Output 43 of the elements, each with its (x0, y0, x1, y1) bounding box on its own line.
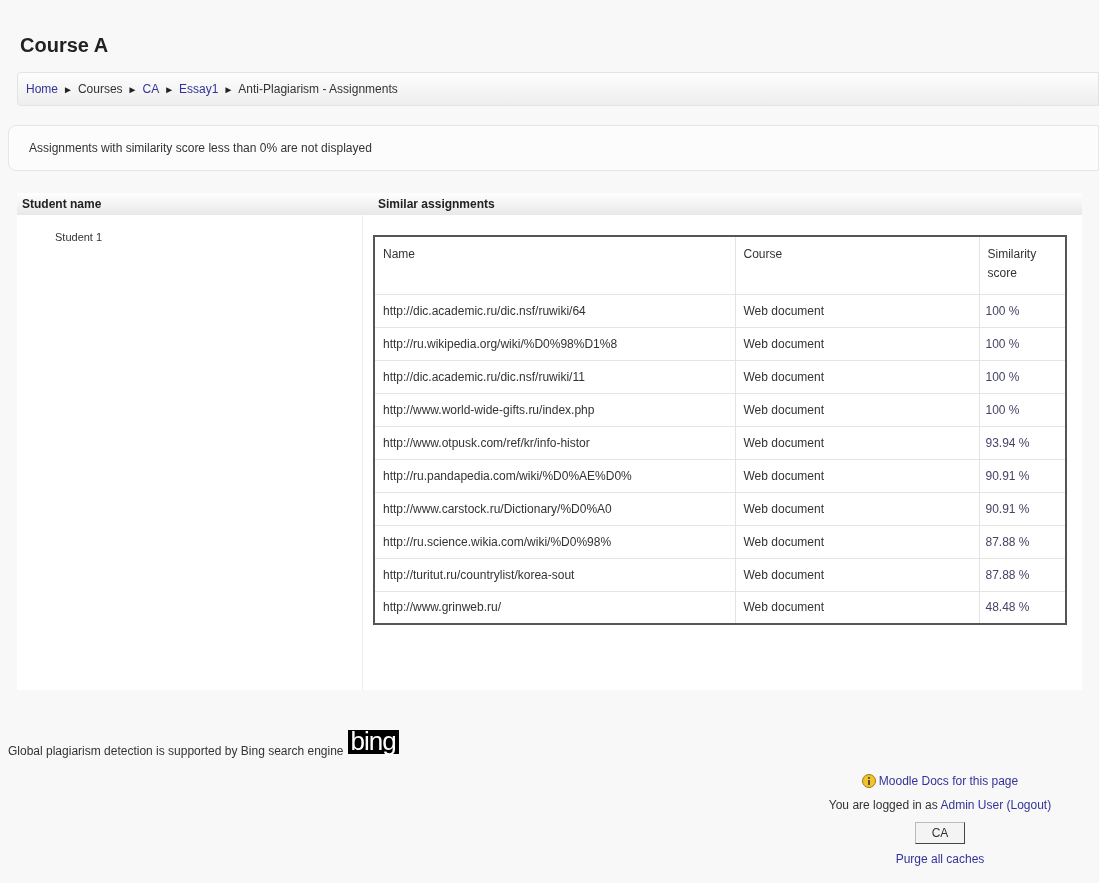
info-icon (861, 774, 876, 788)
breadcrumb-item: Courses (77, 81, 123, 98)
breadcrumb-separator: ► (164, 82, 175, 97)
breadcrumb-separator: ► (223, 82, 234, 97)
column-header: Name (374, 236, 735, 294)
table-cell: http://ru.wikipedia.org/wiki/%D0%98%D1%8 (374, 327, 735, 360)
table-cell: http://dic.academic.ru/dic.nsf/ruwiki/11 (374, 360, 735, 393)
table-cell: Web document (735, 294, 979, 327)
login-info: You are logged in as Admin User (Logout) (828, 797, 1052, 814)
purge-caches-link[interactable]: Purge all caches (895, 850, 985, 868)
table-cell: http://www.carstock.ru/Dictionary/%D0%A0 (374, 492, 735, 525)
column-header: Student name (22, 197, 102, 211)
table-cell: http://ru.pandapedia.com/wiki/%D0%AE%D0% (374, 459, 735, 492)
table-cell: Web document (735, 558, 979, 591)
table-cell: Web document (735, 360, 979, 393)
table-cell: Web document (735, 426, 979, 459)
breadcrumb-item: Anti-Plagiarism - Assignments (238, 81, 398, 98)
table-cell: Web document (735, 525, 979, 558)
table-cell: http://www.world-wide-gifts.ru/index.php (374, 393, 735, 426)
table-cell: Web document (735, 393, 979, 426)
docs-link[interactable]: Moodle Docs for this page (878, 772, 1019, 790)
table-cell: http://ru.science.wikia.com/wiki/%D0%98% (374, 525, 735, 558)
logout-link[interactable]: (Logout) (1006, 798, 1052, 812)
breadcrumb-separator: ► (127, 82, 138, 97)
bing-logo: bing (347, 730, 399, 754)
breadcrumb-link[interactable]: CA (142, 80, 160, 98)
table-cell: http://turitut.ru/countrylist/korea-sout (374, 558, 735, 591)
table-cell: http://www.otpusk.com/ref/kr/info-histor (374, 426, 735, 459)
column-header: Course (735, 236, 979, 294)
page-title: Course A (20, 33, 109, 58)
column-header: Similar assignments (378, 197, 495, 211)
table-cell: http://dic.academic.ru/dic.nsf/ruwiki/64 (374, 294, 735, 327)
breadcrumb-separator: ► (63, 82, 73, 97)
breadcrumb-link[interactable]: Home (26, 80, 58, 98)
notice-text: Assignments with similarity score less than 0% are not displayed (29, 140, 372, 157)
breadcrumb-link[interactable]: Essay1 (179, 80, 219, 98)
table-cell: Web document (735, 492, 979, 525)
support-text: Global plagiarism detection is supported by Bing search engine (8, 743, 344, 760)
course-button[interactable]: CA (915, 822, 965, 844)
user-link[interactable]: Admin User (940, 798, 1004, 812)
table-cell: Web document (735, 327, 979, 360)
table-cell: Web document (735, 459, 979, 492)
student-name: Student 1 (55, 231, 103, 243)
